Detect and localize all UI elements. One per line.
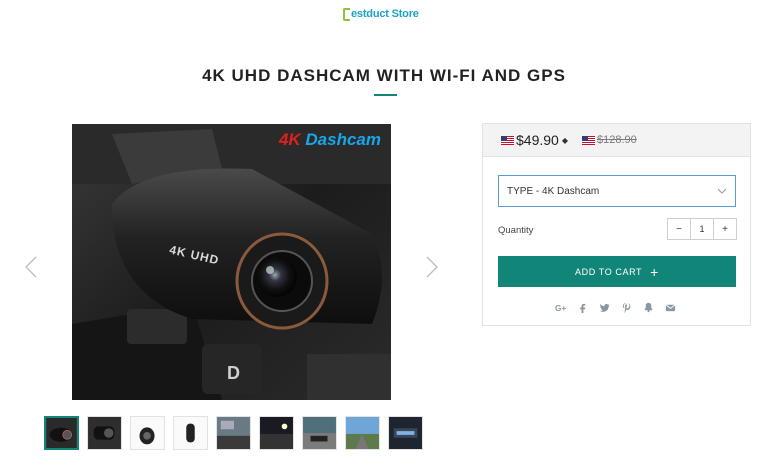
add-to-cart-button[interactable]: ADD TO CART + xyxy=(498,256,736,287)
prev-image-arrow[interactable] xyxy=(25,256,37,278)
thumbnail-7[interactable] xyxy=(302,416,337,450)
product-title: 4K UHD DASHCAM WITH WI-FI AND GPS xyxy=(202,66,566,85)
google-plus-text: G+ xyxy=(555,304,566,313)
chevron-left-icon xyxy=(25,256,37,278)
logo-text: estduct Store xyxy=(351,8,419,20)
chevron-right-icon xyxy=(426,256,438,278)
svg-text:D: D xyxy=(227,363,240,383)
quantity-stepper: − 1 + xyxy=(667,218,737,240)
variant-select-value: TYPE - 4K Dashcam xyxy=(507,185,600,197)
quantity-decrease-button[interactable]: − xyxy=(668,219,690,239)
variant-select[interactable]: TYPE - 4K Dashcam xyxy=(498,175,736,207)
thumbnail-1[interactable] xyxy=(44,416,79,450)
add-to-cart-label: ADD TO CART xyxy=(575,266,643,277)
plus-icon: + xyxy=(650,263,659,280)
store-logo[interactable]: estduct Store xyxy=(343,7,419,21)
next-image-arrow[interactable] xyxy=(426,256,438,278)
us-flag-icon xyxy=(501,135,514,145)
compare-at-price: $128.90 xyxy=(596,134,637,146)
logo-mark-icon xyxy=(343,7,350,21)
email-icon[interactable] xyxy=(664,301,677,314)
image-badge: 4K Dashcam xyxy=(279,130,381,150)
pinterest-icon[interactable] xyxy=(620,301,633,314)
quantity-increase-button[interactable]: + xyxy=(714,219,736,239)
badge-4k: 4K xyxy=(278,130,301,149)
thumbnail-8[interactable] xyxy=(345,416,380,450)
fancy-icon[interactable] xyxy=(642,301,655,314)
thumbnail-6[interactable] xyxy=(259,416,294,450)
thumbnail-5[interactable] xyxy=(216,416,251,450)
google-plus-icon[interactable]: G+ xyxy=(554,301,567,314)
title-underline xyxy=(374,94,397,96)
facebook-icon[interactable] xyxy=(576,301,589,314)
current-price: $49.90 xyxy=(516,132,559,148)
dashcam-photo: D xyxy=(72,124,391,400)
price-bar: $49.90 ◆ $128.90 xyxy=(483,124,750,157)
share-icons: G+ xyxy=(554,301,677,314)
quantity-input[interactable]: 1 xyxy=(690,219,714,239)
chevron-down-icon xyxy=(718,188,726,194)
thumbnail-strip xyxy=(44,416,423,450)
badge-dashcam: Dashcam xyxy=(300,130,381,149)
thumbnail-4[interactable] xyxy=(173,416,208,450)
thumbnail-3[interactable] xyxy=(130,416,165,450)
product-main-image[interactable]: D 4K Dashcam 4K UHD xyxy=(72,124,391,400)
us-flag-icon xyxy=(581,135,595,145)
thumbnail-2[interactable] xyxy=(87,416,122,450)
currency-selector-icon[interactable]: ◆ xyxy=(562,136,568,145)
purchase-panel: $49.90 ◆ $128.90 TYPE - 4K Dashcam Quant… xyxy=(482,123,751,326)
thumbnail-9[interactable] xyxy=(388,416,423,450)
twitter-icon[interactable] xyxy=(598,301,611,314)
quantity-label: Quantity xyxy=(498,225,534,236)
